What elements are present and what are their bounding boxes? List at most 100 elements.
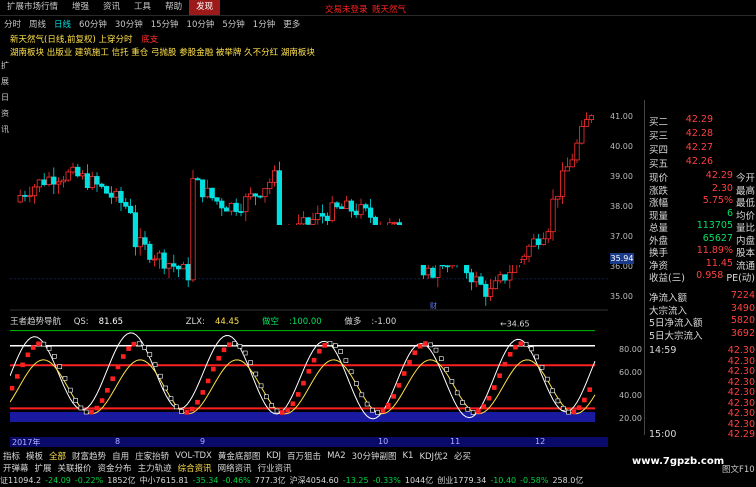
indicator-block [438,356,444,361]
period-3[interactable]: 60分钟 [75,18,111,30]
indicator-tab-6[interactable]: VOL-TDX [172,451,215,461]
ticker-item-3: 1852亿 [107,476,136,485]
info-tab-3[interactable]: 资金分布 [95,462,135,474]
candle-body [22,194,28,197]
buy-level-label: 买四 [649,145,669,156]
candle-body [46,176,52,186]
indicator-tab-2[interactable]: 全部 [46,450,69,462]
indicator-block [544,376,550,382]
candle-body [228,202,234,212]
indicator-block [105,388,110,393]
buy-level-label: 买三 [649,131,669,142]
candle-body [51,176,57,185]
left-edge-strip[interactable]: 扩展日资讯 [0,60,10,440]
info-tab-6[interactable]: 网络资讯 [215,462,255,474]
indicator-tab-3[interactable]: 财富趋势 [69,450,109,462]
period-2[interactable]: 日线 [50,18,75,30]
indicator-block [221,347,227,353]
indicator-tab-5[interactable]: 庄家抬轿 [132,450,172,462]
buy-level-3: 买五 42.26 [649,156,755,170]
indicator-tab-11[interactable]: 30分钟副图 [349,450,400,462]
indicator-tab-12[interactable]: K1 [399,451,416,461]
quote-label2: 量比 [735,223,755,234]
period-7[interactable]: 5分钟 [218,18,248,30]
date-axis: 2017年 8 9 10 11 12 [10,437,608,447]
quote-row-7: 净资 11.45 流通 [649,258,755,272]
period-0[interactable]: 分时 [0,18,25,30]
kline-chart[interactable]: ←34.65×××××财 [10,60,608,438]
period-6[interactable]: 10分钟 [183,18,219,30]
menu-item-4[interactable]: 帮助 [158,0,189,15]
candle-body [483,283,489,297]
info-tab-7[interactable]: 行业资讯 [255,462,295,474]
indicator-tab-14[interactable]: 必买 [451,450,474,462]
indicator-block [460,400,465,405]
buy-level-label: 买二 [649,117,669,128]
quote-label: 收益(三) [649,273,685,284]
tick-row-8: 15:00 42.29 [649,429,755,441]
period-5[interactable]: 15分钟 [147,18,183,30]
menu-item-5[interactable]: 发现 [189,0,221,15]
indicator-tab-8[interactable]: KDJ [263,451,284,461]
quote-value: 42.29 [705,170,733,181]
menu-item-2[interactable]: 资讯 [96,0,127,15]
candle-body [339,206,345,209]
candle-body [300,217,307,225]
info-tab-5[interactable]: 综合资讯 [175,462,215,474]
menu-item-3[interactable]: 工具 [127,0,158,15]
indicator-block [115,364,121,370]
ticker-item-6: -0.46% [222,476,251,485]
login-status-link[interactable]: 交易未登录 [325,3,368,15]
period-4[interactable]: 30分钟 [111,18,147,30]
info-tab-4[interactable]: 主力轨迹 [135,462,175,474]
info-tab-0[interactable]: 开弹幕 [0,462,32,474]
candle-body [214,197,220,202]
indicator-block [523,341,529,347]
indicator-block [385,402,391,408]
concept-tags: 湖南板块 出版业 建筑施工 信托 重仓 弓抛股 参股金融 被举牌 久不分红 湖南… [10,48,315,58]
quote-row-3: 现量 6 均价 [649,208,755,222]
indicator-tab-1[interactable]: 模板 [23,450,46,462]
menu-item-0[interactable]: 扩展市场行情 [0,0,65,15]
indicator-block [152,362,158,367]
info-tab-1[interactable]: 扩展 [32,462,55,474]
period-9[interactable]: 更多 [279,18,304,30]
ticker-item-0: 证11094.2 [0,476,42,485]
candle-body [185,264,191,281]
indicator-block [269,403,275,408]
candle-body [27,195,33,198]
indicator-block [110,376,115,381]
indicator-tab-0[interactable]: 指标 [0,450,23,462]
indicator-block [52,354,57,359]
candle-body [468,272,475,283]
indicator-curve-yellow [10,359,596,415]
indicator-block [264,394,269,400]
quote-label: 净资 [649,260,669,272]
stock-name-link[interactable]: 贱天然气 [372,3,406,15]
period-1[interactable]: 周线 [25,18,50,30]
indicator-block [136,341,142,347]
candle-body [161,252,167,269]
candle-body [329,202,335,222]
edge-char-2: 日 [1,93,9,102]
candle-body [584,119,590,127]
candle-body [334,202,340,208]
indicator-tab-4[interactable]: 自用 [109,450,132,462]
indicator-block [481,404,487,409]
indicator-block [200,390,206,395]
indicator-block [497,373,502,379]
indicator-tab-9[interactable]: 百万狙击 [284,450,324,462]
indicator-tab-7[interactable]: 黄金底部图 [215,450,264,462]
indicator-block [15,374,20,379]
info-tab-2[interactable]: 关联报价 [55,462,95,474]
candle-body [166,263,172,269]
indicator-tab-10[interactable]: MA2 [324,451,349,461]
period-8[interactable]: 1分钟 [249,18,279,30]
indicator-block [295,392,301,397]
indicator-block [158,373,163,379]
menu-item-1[interactable]: 增强 [65,0,96,15]
indicator-block [428,342,434,348]
indicator-tab-13[interactable]: KDJ优2 [416,450,451,462]
candle-body [108,192,114,198]
candle-body [132,212,138,248]
